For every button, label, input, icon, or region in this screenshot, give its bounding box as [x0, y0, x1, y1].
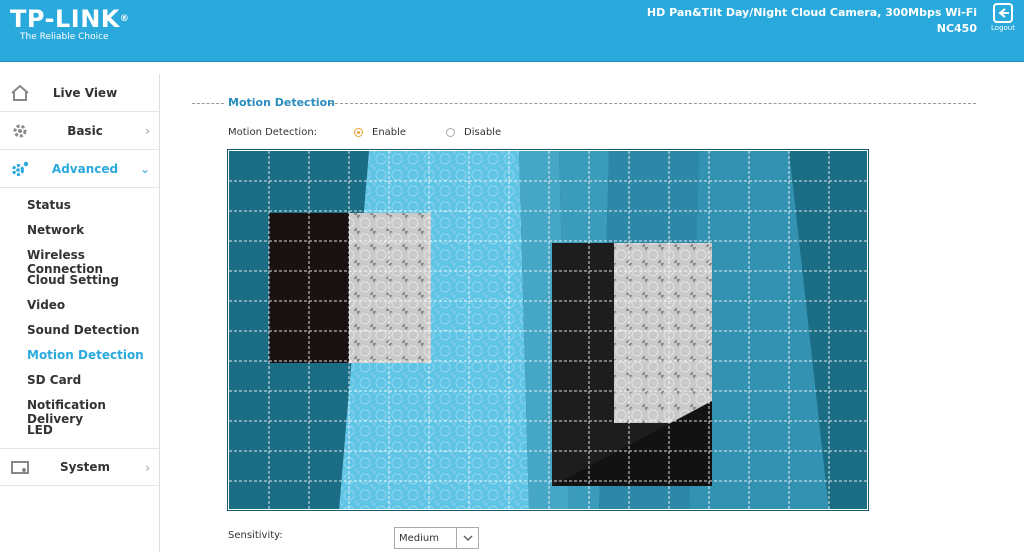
product-model: NC450: [936, 22, 977, 35]
section-title-text: Motion Detection: [228, 96, 335, 109]
sidebar-item-advanced[interactable]: Advanced ⌄: [0, 150, 160, 188]
chevron-right-icon: ›: [145, 124, 150, 138]
chevron-right-icon: ›: [145, 461, 150, 475]
sidebar-sub-sd-card[interactable]: SD Card: [27, 373, 81, 387]
logout-icon: [993, 3, 1013, 23]
product-info: HD Pan&Tilt Day/Night Cloud Camera, 300M…: [647, 5, 977, 37]
sidebar-sub-wireless-connection[interactable]: Wireless Connection: [27, 248, 159, 276]
sidebar-item-system[interactable]: System ›: [0, 448, 160, 486]
sensitivity-value: Medium: [399, 532, 439, 544]
sensitivity-select[interactable]: Medium: [394, 527, 479, 549]
sidebar-item-live-view[interactable]: Live View: [0, 74, 160, 112]
chevron-down-icon: [456, 528, 478, 548]
sidebar-item-basic[interactable]: Basic ›: [0, 112, 160, 150]
sensitivity-label: Sensitivity:: [228, 530, 283, 541]
logout-label: Logout: [991, 24, 1015, 32]
disable-radio[interactable]: Disable: [446, 127, 501, 138]
sidebar-item-label: Live View: [52, 85, 118, 100]
chevron-down-icon: ⌄: [139, 162, 150, 176]
motion-grid: [229, 151, 867, 509]
motion-detection-area[interactable]: [227, 149, 869, 511]
enable-label: Enable: [372, 127, 407, 138]
sidebar-sub-cloud-setting[interactable]: Cloud Setting: [27, 273, 119, 287]
header-bar: TP-LINK® The Reliable Choice HD Pan&Tilt…: [0, 0, 1024, 62]
radio-selected-icon: [354, 128, 363, 137]
logout-button[interactable]: Logout: [985, 3, 1021, 39]
sidebar-sub-status[interactable]: Status: [27, 198, 71, 212]
sidebar-sub-notification-delivery[interactable]: Notification Delivery: [27, 398, 159, 426]
sidebar-sub-network[interactable]: Network: [27, 223, 84, 237]
radio-unselected-icon: [446, 128, 455, 137]
motion-detection-label: Motion Detection:: [228, 127, 318, 138]
sidebar: Live View Basic › Advanced ⌄ Status Netw…: [0, 74, 160, 552]
enable-radio[interactable]: Enable: [354, 127, 406, 138]
disable-label: Disable: [464, 127, 502, 138]
tp-link-logo: TP-LINK® The Reliable Choice: [10, 5, 130, 42]
sidebar-sub-motion-detection[interactable]: Motion Detection: [27, 348, 144, 362]
section-title: Motion Detection: [192, 96, 976, 110]
sidebar-sub-led[interactable]: LED: [27, 423, 53, 437]
sidebar-sub-sound-detection[interactable]: Sound Detection: [27, 323, 139, 337]
tagline: The Reliable Choice: [20, 32, 109, 42]
product-name: HD Pan&Tilt Day/Night Cloud Camera, 300M…: [646, 6, 977, 19]
sidebar-sub-video[interactable]: Video: [27, 298, 65, 312]
